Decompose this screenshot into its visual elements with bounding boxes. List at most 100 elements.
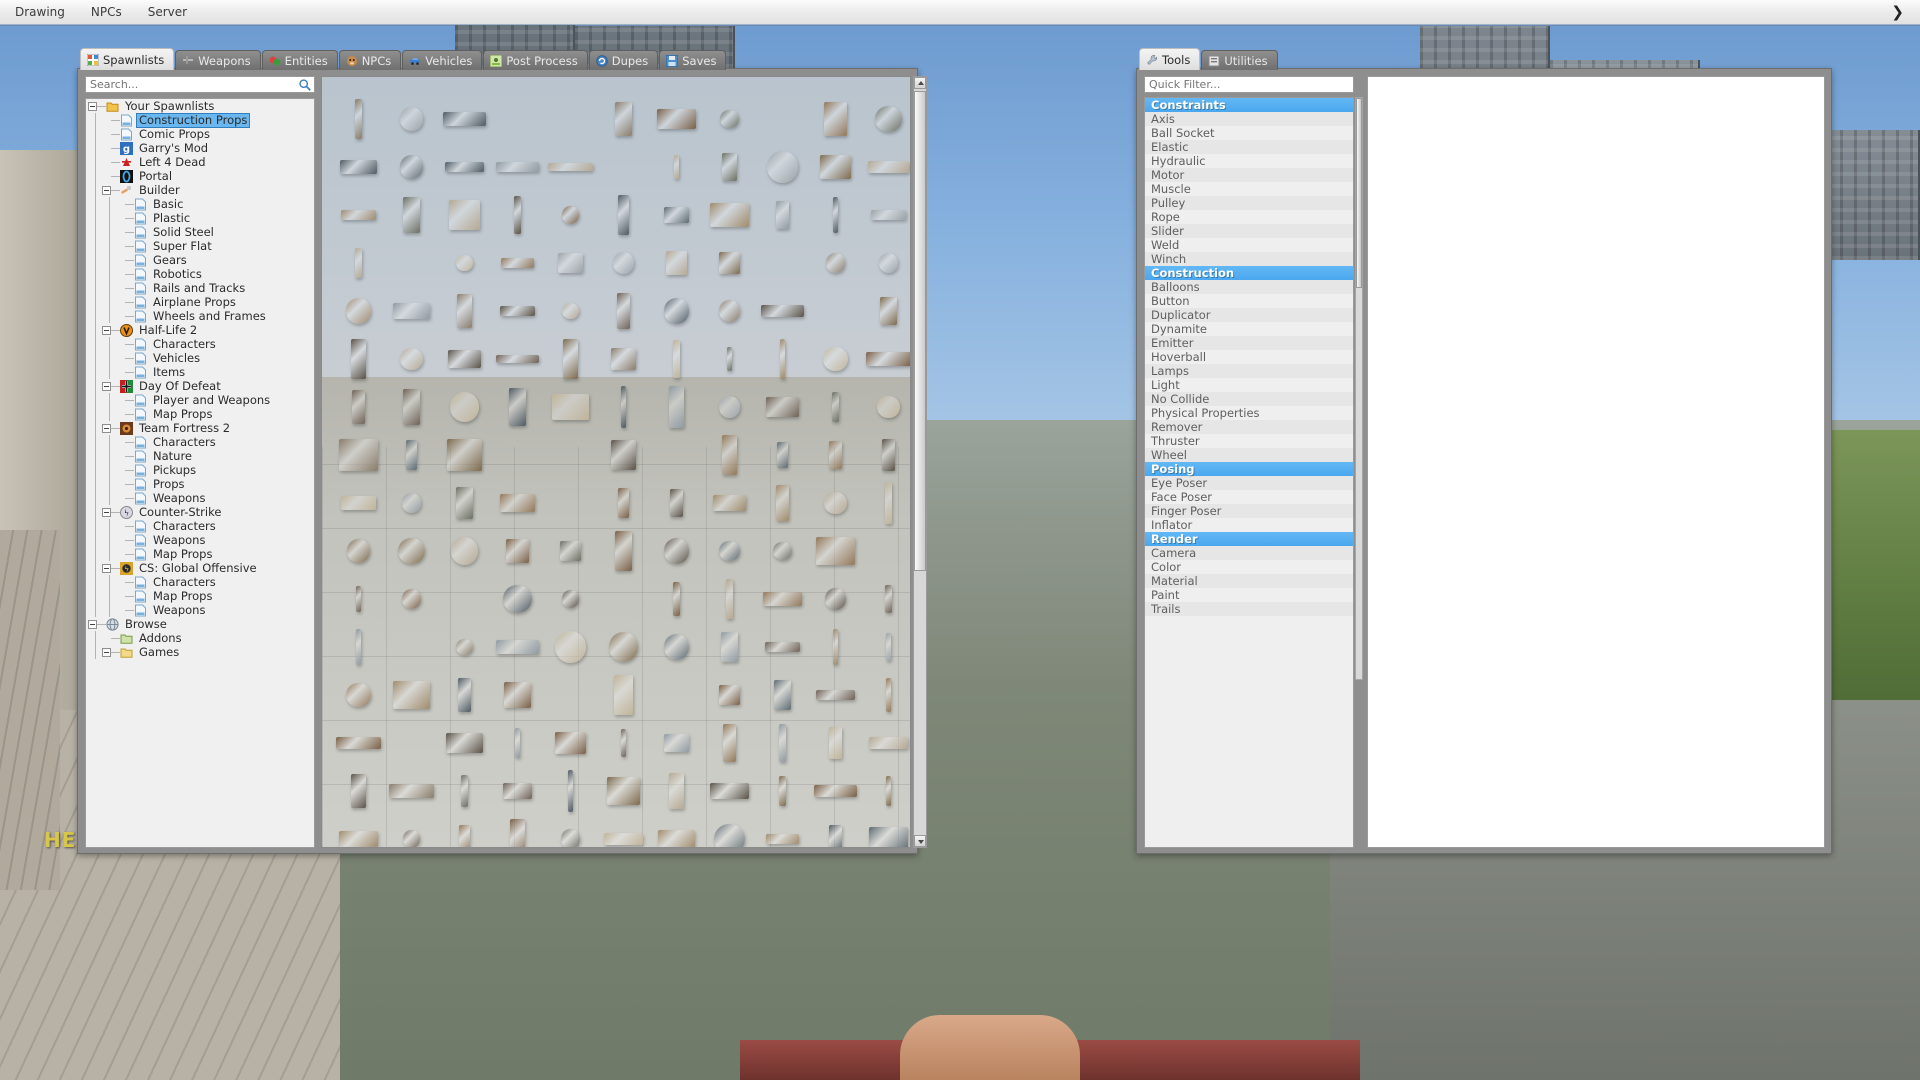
prop-icon[interactable]	[356, 628, 361, 666]
prop-icon[interactable]	[502, 782, 533, 800]
tab-tools[interactable]: Tools	[1139, 48, 1201, 70]
prop-icon[interactable]	[335, 737, 382, 749]
prop-icon[interactable]	[885, 632, 892, 662]
tree-item-solid-steel[interactable]: Solid Steel	[86, 225, 314, 239]
prop-icon[interactable]	[399, 107, 424, 131]
prop-icon[interactable]	[614, 530, 633, 572]
prop-icon[interactable]	[341, 210, 376, 220]
spawnlist-tree[interactable]: Your Spawnlists Construction Props Comic P…	[85, 98, 315, 848]
prop-icon[interactable]	[402, 196, 421, 234]
prop-icon[interactable]	[618, 488, 629, 518]
prop-icon[interactable]	[870, 209, 907, 221]
prop-icon[interactable]	[665, 251, 688, 275]
tool-item-balloons[interactable]: Balloons	[1145, 280, 1353, 294]
prop-icon[interactable]	[766, 396, 799, 418]
prop-icon[interactable]	[878, 253, 899, 273]
scroll-up-button[interactable]	[914, 77, 926, 89]
tree-item-props[interactable]: Props	[86, 477, 314, 491]
prop-icon[interactable]	[669, 772, 684, 810]
prop-icon[interactable]	[444, 161, 485, 173]
spawnlist-scrollbar[interactable]	[913, 76, 927, 848]
prop-icon[interactable]	[561, 590, 580, 608]
prop-icon[interactable]	[828, 825, 843, 847]
prop-icon[interactable]	[727, 346, 732, 372]
prop-icon[interactable]	[774, 680, 791, 710]
tool-item-button[interactable]: Button	[1145, 294, 1353, 308]
tab-post-process[interactable]: Post Process	[483, 50, 588, 70]
prop-icon[interactable]	[392, 681, 431, 709]
prop-icon[interactable]	[398, 537, 425, 565]
prop-icon[interactable]	[823, 102, 848, 136]
prop-icon[interactable]	[814, 785, 857, 797]
tool-item-winch[interactable]: Winch	[1145, 252, 1353, 266]
tree-expander-collapse[interactable]	[102, 381, 111, 391]
tab-dupes[interactable]: Dupes	[588, 50, 659, 70]
tool-section-header-posing[interactable]: Posing	[1145, 462, 1353, 476]
prop-icon[interactable]	[448, 200, 481, 230]
tree-expander-collapse[interactable]	[88, 619, 97, 629]
tree-item-half-life-2[interactable]: Half-Life 2	[86, 323, 314, 337]
tree-item-left-4-dead[interactable]: Left 4 Dead	[86, 155, 314, 169]
quick-filter[interactable]	[1144, 76, 1354, 93]
tab-utilities[interactable]: Utilities	[1201, 50, 1278, 70]
tool-item-inflator[interactable]: Inflator	[1145, 518, 1353, 532]
tree-expander-collapse[interactable]	[102, 507, 111, 517]
prop-icon[interactable]	[778, 775, 787, 807]
prop-icon[interactable]	[722, 152, 737, 182]
prop-icon[interactable]	[504, 682, 531, 708]
prop-icon[interactable]	[560, 541, 581, 561]
prop-icon[interactable]	[710, 783, 749, 799]
tool-item-dynamite[interactable]: Dynamite	[1145, 322, 1353, 336]
tool-item-elastic[interactable]: Elastic	[1145, 140, 1353, 154]
tab-saves[interactable]: Saves	[659, 50, 727, 70]
prop-icon[interactable]	[496, 162, 539, 172]
prop-icon[interactable]	[726, 579, 733, 619]
tree-item-addons[interactable]: Addons	[86, 631, 314, 645]
search-input[interactable]	[86, 78, 298, 91]
menu-item-drawing[interactable]: Drawing	[4, 2, 76, 22]
tree-expander-collapse[interactable]	[102, 563, 111, 573]
prop-icon[interactable]	[562, 302, 579, 320]
prop-icon[interactable]	[669, 488, 684, 518]
tree-item-robotics[interactable]: Robotics	[86, 267, 314, 281]
prop-icon[interactable]	[721, 632, 738, 662]
tab-npcs[interactable]: NPCs	[338, 50, 402, 70]
prop-icon[interactable]	[712, 494, 747, 512]
prop-icon[interactable]	[819, 154, 852, 180]
prop-icon[interactable]	[495, 640, 540, 654]
prop-icon[interactable]	[560, 829, 581, 847]
prop-icon[interactable]	[400, 347, 423, 371]
prop-icon[interactable]	[341, 495, 376, 511]
prop-icon[interactable]	[766, 151, 799, 183]
scroll-thumb[interactable]	[914, 91, 926, 571]
tree-item-pickups[interactable]: Pickups	[86, 463, 314, 477]
prop-icon[interactable]	[509, 387, 526, 427]
tool-item-duplicator[interactable]: Duplicator	[1145, 308, 1353, 322]
tool-section-header-render[interactable]: Render	[1145, 532, 1353, 546]
tool-item-thruster[interactable]: Thruster	[1145, 434, 1353, 448]
spawnlist-search[interactable]	[85, 76, 315, 93]
tree-item-characters[interactable]: Characters	[86, 519, 314, 533]
prop-icon[interactable]	[775, 485, 789, 521]
tool-item-emitter[interactable]: Emitter	[1145, 336, 1353, 350]
prop-icon[interactable]	[351, 389, 366, 425]
prop-icon[interactable]	[459, 825, 470, 847]
prop-icon[interactable]	[875, 105, 902, 133]
tree-item-construction-props[interactable]: Construction Props	[86, 112, 314, 128]
prop-icon[interactable]	[501, 257, 534, 269]
tab-entities[interactable]: Entities	[261, 50, 338, 70]
tree-item-map-props[interactable]: Map Props	[86, 589, 314, 603]
prop-icon[interactable]	[816, 690, 855, 700]
prop-icon[interactable]	[406, 440, 417, 470]
prop-icon[interactable]	[567, 770, 574, 812]
tool-item-material[interactable]: Material	[1145, 574, 1353, 588]
prop-icon[interactable]	[503, 584, 532, 614]
tree-item-browse[interactable]: Browse	[86, 617, 314, 631]
prop-icon[interactable]	[611, 439, 636, 471]
prop-icon[interactable]	[710, 202, 749, 228]
tool-item-face-poser[interactable]: Face Poser	[1145, 490, 1353, 504]
menu-item-server[interactable]: Server	[137, 2, 198, 22]
prop-icon[interactable]	[761, 305, 804, 317]
prop-icon[interactable]	[823, 346, 848, 372]
tab-weapons[interactable]: Weapons	[175, 50, 261, 70]
